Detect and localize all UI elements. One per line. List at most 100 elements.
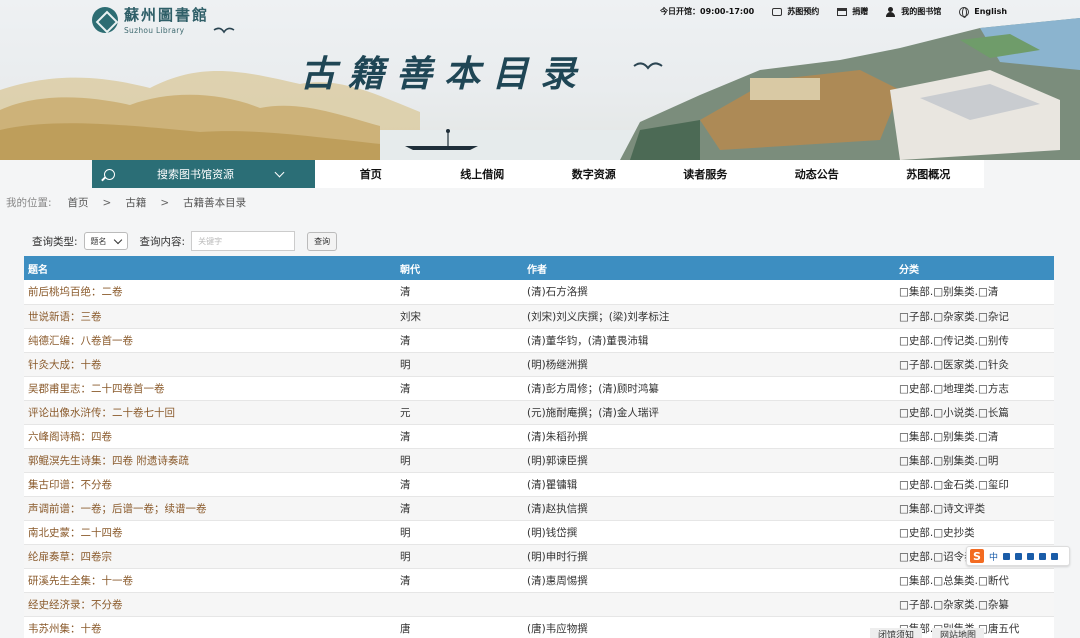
library-search-dropdown[interactable]: 搜索图书馆资源	[92, 160, 315, 188]
keyboard-icon[interactable]	[1027, 552, 1035, 560]
cell-author: (明)申时行撰	[523, 544, 895, 569]
query-type-select[interactable]: 题名	[83, 232, 128, 250]
cell-title[interactable]: 前后桃坞百绝：二卷	[24, 280, 396, 305]
cell-category: □集部.□别集类.□清	[895, 280, 1054, 305]
cell-author: (清)董华钧，(清)董畏沛辑	[523, 328, 895, 353]
cell-title[interactable]: 针灸大成：十卷	[24, 352, 396, 377]
cell-author: (清)朱稻孙撰	[523, 424, 895, 449]
cell-author: (清)彭方周修；(清)顾时鸿纂	[523, 376, 895, 401]
table-row[interactable]: 研溪先生全集：十一卷清 (清)惠周惕撰 □集部.□总集类.□断代	[24, 568, 1054, 593]
reservation-link[interactable]: 苏图预约	[772, 6, 819, 17]
cell-category: □子部.□医家类.□针灸	[895, 352, 1054, 377]
table-row[interactable]: 纯德汇编：八卷首一卷清 (清)董华钧，(清)董畏沛辑 □史部.□传记类.□别传	[24, 328, 1054, 353]
microphone-icon[interactable]	[1015, 552, 1023, 560]
breadcrumb-ancient-books-link[interactable]: 古籍	[125, 197, 146, 209]
table-header-row: 题名 朝代 作者 分类	[24, 256, 1054, 280]
search-icon	[104, 168, 115, 180]
library-logo[interactable]: 蘇州圖書館 Suzhou Library	[92, 4, 209, 35]
query-form: 查询类型: 题名 查询内容: 关键字 查询	[32, 231, 338, 251]
floating-footer-links: 闭馆须知 网站地图	[870, 628, 994, 638]
table-row[interactable]: 集古印谱：不分卷清 (清)瞿镛辑 □史部.□金石类.□玺印	[24, 472, 1054, 497]
breadcrumb-separator: >	[160, 196, 170, 209]
cell-title[interactable]: 经史经济录：不分卷	[24, 592, 396, 617]
breadcrumb-current-page[interactable]: 古籍善本目录	[183, 197, 246, 209]
query-content-input[interactable]: 关键字	[191, 231, 296, 251]
cell-title[interactable]: 六峰阁诗稿：四卷	[24, 424, 396, 449]
column-header-category[interactable]: 分类	[895, 256, 1054, 280]
cell-title[interactable]: 研溪先生全集：十一卷	[24, 568, 396, 593]
cell-dynasty: 清	[396, 424, 523, 449]
table-row[interactable]: 六峰阁诗稿：四卷清 (清)朱稻孙撰 □集部.□别集类.□清	[24, 424, 1054, 449]
cell-title[interactable]: 世说新语：三卷	[24, 304, 396, 329]
nav-online-borrowing[interactable]: 线上借阅	[427, 160, 539, 188]
nav-about[interactable]: 苏图概况	[873, 160, 985, 188]
cell-title[interactable]: 南北史蒙：二十四卷	[24, 520, 396, 545]
cell-title[interactable]: 声调前谱：一卷；后谱一卷；续谱一卷	[24, 496, 396, 521]
my-library-link[interactable]: 我的图书馆	[886, 6, 941, 17]
table-row[interactable]: 声调前谱：一卷；后谱一卷；续谱一卷清 (清)赵执信撰 □集部.□诗文评类	[24, 496, 1054, 521]
cell-dynasty: 唐	[396, 616, 523, 638]
english-link[interactable]: English	[959, 6, 1008, 18]
table-row[interactable]: 纶扉奏草：四卷宗明 (明)申时行撰 □史部.□诏令奏	[24, 544, 1054, 569]
cell-dynasty: 清	[396, 472, 523, 497]
cell-dynasty: 明	[396, 544, 523, 569]
cell-dynasty: 元	[396, 400, 523, 425]
header-banner: 蘇州圖書館 Suzhou Library 今日开馆：09:00-17:00 苏图…	[0, 0, 1080, 160]
cell-category: □史部.□地理类.□方志	[895, 376, 1054, 401]
cell-title[interactable]: 吴郡甫里志：二十四卷首一卷	[24, 376, 396, 401]
nav-announcements[interactable]: 动态公告	[761, 160, 873, 188]
column-header-title[interactable]: 题名	[24, 256, 396, 280]
cell-title[interactable]: 郭鲲溟先生诗集：四卷 附遗诗奏疏	[24, 448, 396, 473]
table-row[interactable]: 郭鲲溟先生诗集：四卷 附遗诗奏疏明 (明)郭谏臣撰 □集部.□别集类.□明	[24, 448, 1054, 473]
nav-reader-services[interactable]: 读者服务	[650, 160, 762, 188]
ime-toolbar[interactable]: S 中	[966, 546, 1070, 566]
cell-dynasty: 明	[396, 352, 523, 377]
english-label: English	[974, 7, 1008, 16]
closing-notice-link[interactable]: 闭馆须知	[870, 628, 923, 638]
punctuation-icon[interactable]	[1003, 552, 1011, 560]
breadcrumb-home-link[interactable]: 首页	[68, 197, 89, 209]
site-map-link[interactable]: 网站地图	[932, 628, 985, 638]
library-search-label: 搜索图书馆资源	[157, 168, 234, 181]
cell-title[interactable]: 集古印谱：不分卷	[24, 472, 396, 497]
reservation-label: 苏图预约	[787, 7, 820, 16]
main-nav: 搜索图书馆资源 首页 线上借阅 数字资源 读者服务 动态公告 苏图概况	[92, 160, 984, 188]
skin-icon[interactable]	[1039, 552, 1047, 560]
opening-hours-text: 今日开馆：09:00-17:00	[660, 7, 755, 16]
cell-author: (清)瞿镛辑	[523, 472, 895, 497]
table-row[interactable]: 经史经济录：不分卷 □子部.□杂家类.□杂纂	[24, 592, 1054, 617]
cell-title[interactable]: 纯德汇编：八卷首一卷	[24, 328, 396, 353]
cell-title[interactable]: 韦苏州集：十卷	[24, 616, 396, 638]
cell-category: □史部.□传记类.□别传	[895, 328, 1054, 353]
query-button[interactable]: 查询	[307, 231, 338, 251]
cell-category: □集部.□诗文评类	[895, 496, 1054, 521]
toolbox-icon[interactable]	[1051, 552, 1059, 560]
cell-dynasty: 明	[396, 520, 523, 545]
my-library-label: 我的图书馆	[901, 7, 942, 16]
cell-author: (清)惠周惕撰	[523, 568, 895, 593]
table-row[interactable]: 评论出像水浒传：二十卷七十回元 (元)施耐庵撰；(清)金人瑞评 □史部.□小说类.□…	[24, 400, 1054, 425]
query-type-label: 查询类型:	[32, 235, 78, 248]
cell-dynasty: 刘宋	[396, 304, 523, 329]
banner-title: 古籍善本目录	[300, 53, 589, 95]
table-row[interactable]: 世说新语：三卷 刘宋 (刘宋)刘义庆撰；(梁)刘孝标注 □子部.□杂家类.□杂记	[24, 304, 1054, 329]
nav-home[interactable]: 首页	[315, 160, 427, 188]
cell-category: □集部.□别集类.□明	[895, 448, 1054, 473]
table-row[interactable]: 南北史蒙：二十四卷明 (明)钱岱撰 □史部.□史抄类	[24, 520, 1054, 545]
cell-title[interactable]: 评论出像水浒传：二十卷七十回	[24, 400, 396, 425]
ime-mode-toggle[interactable]: 中	[989, 550, 998, 563]
cell-title[interactable]: 纶扉奏草：四卷宗	[24, 544, 396, 569]
cell-dynasty: 清	[396, 376, 523, 401]
donate-link[interactable]: 捐赠	[837, 6, 868, 17]
column-header-dynasty[interactable]: 朝代	[396, 256, 523, 280]
cell-category: □子部.□杂家类.□杂记	[895, 304, 1054, 329]
logo-english-name: Suzhou Library	[124, 26, 185, 35]
table-row[interactable]: 前后桃坞百绝：二卷清 (清)石方洛撰 □集部.□别集类.□清	[24, 280, 1054, 305]
column-header-author[interactable]: 作者	[523, 256, 895, 280]
nav-digital-resources[interactable]: 数字资源	[538, 160, 650, 188]
breadcrumb: 我的位置: 首页 > 古籍 > 古籍善本目录	[6, 195, 260, 210]
opening-hours: 今日开馆：09:00-17:00	[660, 6, 754, 17]
table-row[interactable]: 针灸大成：十卷明 (明)杨继洲撰 □子部.□医家类.□针灸	[24, 352, 1054, 377]
table-row[interactable]: 吴郡甫里志：二十四卷首一卷清 (清)彭方周修；(清)顾时鸿纂 □史部.□地理类.□方…	[24, 376, 1054, 401]
cell-dynasty	[396, 592, 523, 617]
